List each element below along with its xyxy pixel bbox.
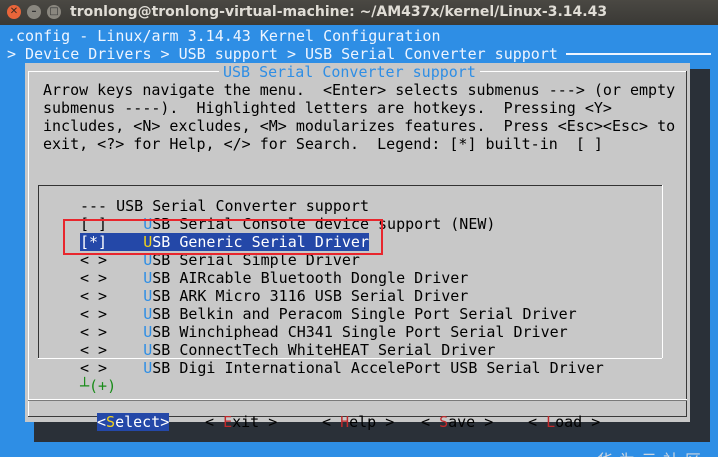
highlight-annotation-box bbox=[63, 219, 383, 255]
menu-item-aircable[interactable]: < > USB AIRcable Bluetooth Dongle Driver bbox=[80, 269, 468, 287]
menu-header: --- USB Serial Converter support bbox=[80, 197, 369, 215]
terminal-area: .config - Linux/arm 3.14.43 Kernel Confi… bbox=[0, 25, 718, 457]
help-line-4: exit, <?> for Help, </> for Search. Lege… bbox=[43, 135, 603, 153]
menu-item-belkin[interactable]: < > USB Belkin and Peracom Single Port S… bbox=[80, 305, 577, 323]
more-items-indicator: ┴(+) bbox=[80, 377, 117, 395]
title-bar: ✕ – □ tronlong@tronlong-virtual-machine:… bbox=[0, 0, 718, 25]
save-button[interactable]: < Save > bbox=[421, 413, 493, 431]
close-icon[interactable]: ✕ bbox=[7, 5, 21, 19]
menu-item-whiteheat[interactable]: < > USB ConnectTech WhiteHEAT Serial Dri… bbox=[80, 341, 495, 359]
menu-item-ch341[interactable]: < > USB Winchiphead CH341 Single Port Se… bbox=[80, 323, 568, 341]
load-button[interactable]: < Load > bbox=[528, 413, 600, 431]
help-line-1: Arrow keys navigate the menu. <Enter> se… bbox=[43, 81, 676, 99]
watermark: 华为云社区 bbox=[597, 447, 707, 457]
select-button[interactable]: <Select> bbox=[97, 413, 170, 431]
menu-item-ark-micro[interactable]: < > USB ARK Micro 3116 USB Serial Driver bbox=[80, 287, 468, 305]
window-title: tronlong@tronlong-virtual-machine: ~/AM4… bbox=[70, 4, 608, 20]
exit-button[interactable]: < Exit > bbox=[205, 413, 277, 431]
dialog-title: USB Serial Converter support bbox=[219, 63, 480, 81]
breadcrumb: > Device Drivers > USB support > USB Ser… bbox=[7, 45, 558, 63]
help-button[interactable]: < Help > bbox=[322, 413, 394, 431]
dialog-shadow-right bbox=[690, 69, 710, 442]
maximize-icon[interactable]: □ bbox=[47, 5, 61, 19]
config-header: .config - Linux/arm 3.14.43 Kernel Confi… bbox=[7, 27, 441, 45]
minimize-icon[interactable]: – bbox=[27, 5, 41, 19]
terminal-window: ✕ – □ tronlong@tronlong-virtual-machine:… bbox=[0, 0, 718, 457]
menu-item-digi[interactable]: < > USB Digi International AccelePort US… bbox=[80, 359, 604, 377]
header-rule bbox=[566, 53, 711, 55]
help-line-3: includes, <N> excludes, <M> modularizes … bbox=[43, 117, 676, 135]
help-line-2: submenus ----). Highlighted letters are … bbox=[43, 99, 612, 117]
